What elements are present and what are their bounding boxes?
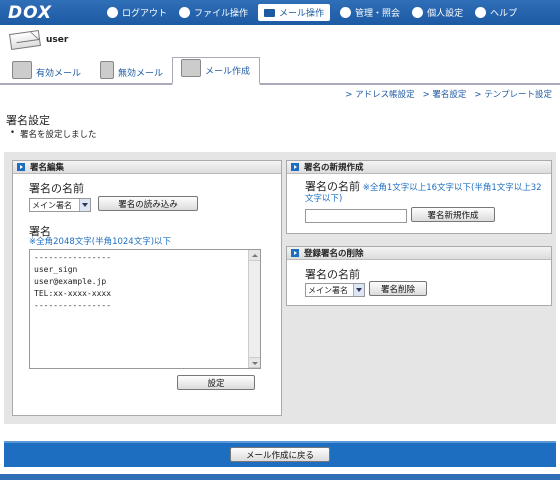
sublink-signature[interactable]: > 署名設定 [423,88,467,100]
load-signature-button[interactable]: 署名の読み込み [98,196,198,211]
nav-personal[interactable]: 個人設定 [406,0,469,25]
new-signature-name-row: 署名の名前 ※全角1文字以上16文字以下(半角1文字以上32文字以下) [305,181,549,205]
section-arrow-icon [291,163,299,171]
signature-line: TEL:xx-xxxx-xxxx [34,289,112,298]
signature-line: user_sign [34,265,78,274]
new-signature-name-input[interactable] [305,209,407,223]
trash-icon [100,61,114,79]
delete-signature-select[interactable]: メイン署名 [305,283,365,297]
nav-admin[interactable]: 管理・照会 [334,0,406,25]
scroll-up-icon[interactable] [249,250,260,261]
signature-edit-panel: 署名編集 署名の名前 メイン署名 署名の読み込み 署名 ※全角2048文字(半角… [12,160,282,416]
bottom-strip [0,474,560,480]
mail-open-icon [12,61,32,79]
mail-icon [264,8,276,17]
new-signature-panel: 署名の新規作成 署名の名前 ※全角1文字以上16文字以下(半角1文字以上32文字… [286,160,552,234]
app-logo: DOX [8,2,53,23]
help-icon [475,7,487,18]
user-name: user [46,35,69,45]
signature-select[interactable]: メイン署名 [29,198,91,212]
signature-name-label: 署名の名前 [29,182,84,195]
signature-line: ---------------- [34,253,112,262]
top-nav-bar: DOX ログアウト ファイル操作 メール操作 管理・照会 個人設定 ヘルプ [0,0,560,25]
signature-body-note: ※全角2048文字(半角1024文字)以下 [29,237,172,247]
nav-mail-ops[interactable]: メール操作 [258,4,331,21]
main-content: 署名編集 署名の名前 メイン署名 署名の読み込み 署名 ※全角2048文字(半角… [4,152,556,424]
main-nav: ログアウト ファイル操作 メール操作 管理・照会 個人設定 ヘルプ [95,0,523,25]
delete-signature-name-label: 署名の名前 [305,268,360,281]
nav-file-ops-label: ファイル操作 [194,9,249,19]
chevron-down-icon [79,199,90,211]
section-arrow-icon [17,163,25,171]
signature-line: user@example.jp [34,277,107,286]
page-title: 署名設定 [6,114,50,127]
signature-body-textarea[interactable]: ---------------- user_sign user@example.… [29,249,261,369]
delete-signature-select-value: メイン署名 [308,285,348,295]
envelope-icon [9,29,41,51]
textarea-scrollbar[interactable] [248,250,260,368]
nav-mail-ops-label: メール操作 [279,9,325,19]
nav-file-ops[interactable]: ファイル操作 [173,0,254,25]
admin-icon [340,7,352,18]
section-arrow-icon [291,249,299,257]
scroll-down-icon[interactable] [249,357,260,368]
set-signature-button[interactable]: 設定 [177,375,255,390]
tab-invalid-mail-label: 無効メール [118,69,164,79]
signature-select-value: メイン署名 [32,200,72,210]
bottom-action-bar: メール作成に戻る [4,441,556,467]
back-to-compose-button[interactable]: メール作成に戻る [230,447,330,462]
new-signature-name-label: 署名の名前 [305,180,360,193]
sublink-address-book[interactable]: > アドレス帳設定 [345,88,414,100]
mail-tabs: 有効メール 無効メール メール作成 [0,55,560,85]
nav-help[interactable]: ヘルプ [469,0,523,25]
tab-valid-mail[interactable]: 有効メール [4,57,89,85]
status-message: 署名を設定しました [10,128,96,140]
gear-icon [179,7,191,18]
nav-personal-label: 個人設定 [427,9,464,19]
delete-signature-button[interactable]: 署名削除 [369,281,427,296]
delete-signature-title: 登録署名の削除 [304,249,364,259]
user-header: user [0,25,560,55]
tab-compose-mail-label: メール作成 [205,67,251,77]
new-signature-title: 署名の新規作成 [304,163,364,173]
compose-icon [181,59,201,77]
tab-compose-mail[interactable]: メール作成 [172,57,260,85]
signature-edit-title: 署名編集 [30,163,65,173]
delete-signature-header: 登録署名の削除 [287,247,551,260]
tab-invalid-mail[interactable]: 無効メール [92,57,171,85]
tab-valid-mail-label: 有効メール [36,69,82,79]
sublink-template[interactable]: > テンプレート設定 [474,88,552,100]
chevron-down-icon [353,284,364,296]
nav-logout-label: ログアウト [122,9,168,19]
settings-links: > アドレス帳設定 > 署名設定 > テンプレート設定 [345,88,552,100]
nav-help-label: ヘルプ [490,9,518,19]
user-icon [412,7,424,18]
signature-edit-header: 署名編集 [13,161,281,174]
power-icon [107,7,118,18]
nav-admin-label: 管理・照会 [355,9,401,19]
delete-signature-panel: 登録署名の削除 署名の名前 メイン署名 署名削除 [286,246,552,306]
create-signature-button[interactable]: 署名新規作成 [411,207,495,222]
signature-line: ---------------- [34,301,112,310]
nav-logout[interactable]: ログアウト [101,0,173,25]
new-signature-header: 署名の新規作成 [287,161,551,174]
